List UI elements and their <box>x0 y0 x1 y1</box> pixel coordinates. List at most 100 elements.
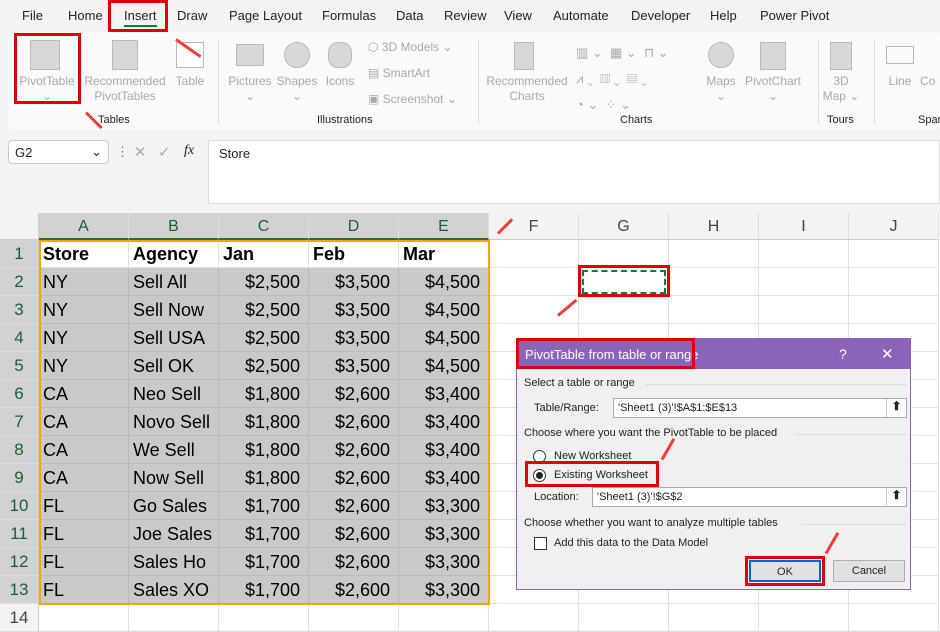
cell-D7[interactable]: $2,600 <box>309 408 399 436</box>
row-header-4[interactable]: 4 <box>0 324 39 352</box>
cell-B11[interactable]: Joe Sales <box>129 520 219 548</box>
empty-cell[interactable] <box>579 240 669 268</box>
menu-file[interactable]: File <box>22 8 43 23</box>
cell-E3[interactable]: $4,500 <box>399 296 489 324</box>
cell-C6[interactable]: $1,800 <box>219 380 309 408</box>
row-header-13[interactable]: 13 <box>0 576 39 604</box>
icons-button[interactable]: Icons <box>324 74 356 89</box>
cell-E11[interactable]: $3,300 <box>399 520 489 548</box>
cell-B5[interactable]: Sell OK <box>129 352 219 380</box>
cell-C5[interactable]: $2,500 <box>219 352 309 380</box>
cell-C11[interactable]: $1,700 <box>219 520 309 548</box>
cell-B13[interactable]: Sales XO <box>129 576 219 604</box>
cancel-icon[interactable]: ✕ <box>134 143 147 161</box>
empty-cell[interactable] <box>669 604 759 632</box>
empty-cell[interactable] <box>849 296 939 324</box>
menu-formulas[interactable]: Formulas <box>322 8 376 23</box>
cell-A13[interactable]: FL <box>39 576 129 604</box>
row-header-1[interactable]: 1 <box>0 240 39 268</box>
column-sparkline-button[interactable]: Co <box>920 74 940 89</box>
enter-icon[interactable]: ✓ <box>158 143 171 161</box>
cell-A8[interactable]: CA <box>39 436 129 464</box>
cell-C1[interactable]: Jan <box>219 240 309 268</box>
maps-button[interactable]: Maps ⌄ <box>702 74 740 104</box>
menu-developer[interactable]: Developer <box>631 8 690 23</box>
cell-C13[interactable]: $1,700 <box>219 576 309 604</box>
empty-cell[interactable] <box>669 240 759 268</box>
line-sparkline-button[interactable]: Line <box>884 74 916 89</box>
cell-C4[interactable]: $2,500 <box>219 324 309 352</box>
cell-B8[interactable]: We Sell <box>129 436 219 464</box>
chevron-down-icon[interactable]: ⌄ <box>91 144 102 160</box>
cell-A1[interactable]: Store <box>39 240 129 268</box>
data-model-checkbox[interactable] <box>534 537 547 550</box>
cell-E9[interactable]: $3,400 <box>399 464 489 492</box>
insert-function-icon[interactable]: fx <box>184 143 194 159</box>
recommended-pivottables-button[interactable]: Recommended PivotTables <box>82 74 168 104</box>
cell-B9[interactable]: Now Sell <box>129 464 219 492</box>
cell-D8[interactable]: $2,600 <box>309 436 399 464</box>
cell-A5[interactable]: NY <box>39 352 129 380</box>
row-header-10[interactable]: 10 <box>0 492 39 520</box>
empty-cell[interactable] <box>759 240 849 268</box>
cell-E1[interactable]: Mar <box>399 240 489 268</box>
column-header-a[interactable]: A <box>39 213 129 240</box>
column-header-e[interactable]: E <box>399 213 489 240</box>
empty-cell[interactable] <box>219 604 309 632</box>
empty-cell[interactable] <box>759 604 849 632</box>
cell-D3[interactable]: $3,500 <box>309 296 399 324</box>
cell-B10[interactable]: Go Sales <box>129 492 219 520</box>
cell-D10[interactable]: $2,600 <box>309 492 399 520</box>
collapse-dialog-icon[interactable]: ⬆ <box>886 399 906 417</box>
name-box[interactable]: G2 ⌄ <box>8 140 109 164</box>
empty-cell[interactable] <box>579 296 669 324</box>
row-header-14[interactable]: 14 <box>0 604 39 632</box>
empty-cell[interactable] <box>759 296 849 324</box>
collapse-dialog-icon[interactable]: ⬆ <box>886 488 906 506</box>
empty-cell[interactable] <box>669 268 759 296</box>
shapes-button[interactable]: Shapes ⌄ <box>276 74 318 104</box>
cell-C3[interactable]: $2,500 <box>219 296 309 324</box>
empty-cell[interactable] <box>579 604 669 632</box>
cell-A6[interactable]: CA <box>39 380 129 408</box>
menu-data[interactable]: Data <box>396 8 423 23</box>
cell-C7[interactable]: $1,800 <box>219 408 309 436</box>
cell-D4[interactable]: $3,500 <box>309 324 399 352</box>
3d-map-button[interactable]: 3D Map ⌄ <box>822 74 860 104</box>
column-header-b[interactable]: B <box>129 213 219 240</box>
formula-input[interactable]: Store <box>208 140 940 204</box>
row-header-7[interactable]: 7 <box>0 408 39 436</box>
3d-models-button[interactable]: ⬡ 3D Models ⌄ <box>368 40 468 55</box>
cell-D5[interactable]: $3,500 <box>309 352 399 380</box>
cell-B1[interactable]: Agency <box>129 240 219 268</box>
cell-C12[interactable]: $1,700 <box>219 548 309 576</box>
row-header-12[interactable]: 12 <box>0 548 39 576</box>
location-input[interactable]: 'Sheet1 (3)'!$G$2 ⬆ <box>592 487 907 507</box>
row-header-2[interactable]: 2 <box>0 268 39 296</box>
cell-D6[interactable]: $2,600 <box>309 380 399 408</box>
cell-E12[interactable]: $3,300 <box>399 548 489 576</box>
cell-D1[interactable]: Feb <box>309 240 399 268</box>
cell-E8[interactable]: $3,400 <box>399 436 489 464</box>
pivotchart-button[interactable]: PivotChart ⌄ <box>742 74 804 104</box>
row-header-9[interactable]: 9 <box>0 464 39 492</box>
select-all-button[interactable] <box>0 213 39 240</box>
cell-A4[interactable]: NY <box>39 324 129 352</box>
cell-B6[interactable]: Neo Sell <box>129 380 219 408</box>
cell-D12[interactable]: $2,600 <box>309 548 399 576</box>
column-header-d[interactable]: D <box>309 213 399 240</box>
menu-view[interactable]: View <box>504 8 532 23</box>
empty-cell[interactable] <box>129 604 219 632</box>
menu-home[interactable]: Home <box>68 8 103 23</box>
cell-A12[interactable]: FL <box>39 548 129 576</box>
cell-E10[interactable]: $3,300 <box>399 492 489 520</box>
empty-cell[interactable] <box>39 604 129 632</box>
cell-D11[interactable]: $2,600 <box>309 520 399 548</box>
empty-cell[interactable] <box>489 604 579 632</box>
table-range-input[interactable]: 'Sheet1 (3)'!$A$1:$E$13 ⬆ <box>613 398 907 418</box>
cell-A9[interactable]: CA <box>39 464 129 492</box>
smartart-button[interactable]: ▤ SmartArt <box>368 66 468 81</box>
cell-A10[interactable]: FL <box>39 492 129 520</box>
row-header-3[interactable]: 3 <box>0 296 39 324</box>
column-header-h[interactable]: H <box>669 213 759 240</box>
